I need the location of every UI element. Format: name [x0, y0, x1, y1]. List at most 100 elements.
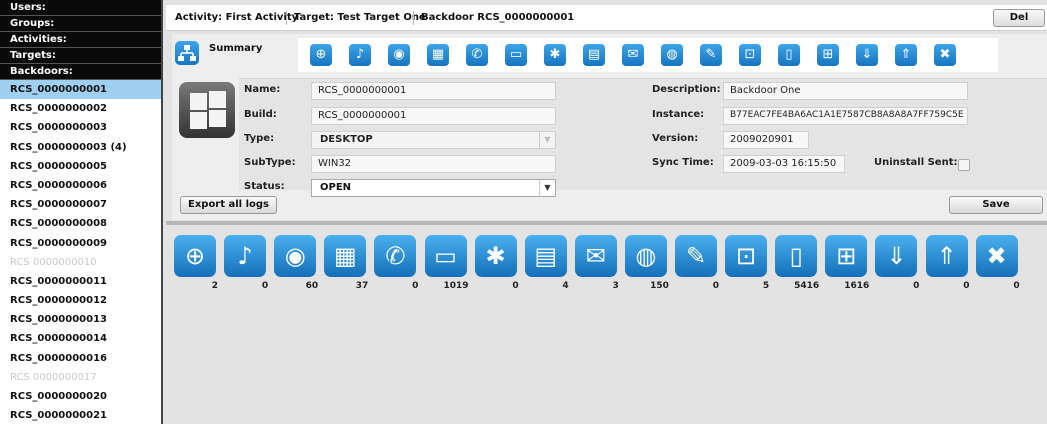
backdoor-list-item[interactable]: RCS_0000000003: [0, 118, 161, 137]
log-count: 4: [562, 281, 569, 291]
log-count: 0: [412, 281, 419, 291]
applications-icon[interactable]: ▦: [324, 235, 367, 277]
details-panel: Summary ⊕ ♪ ◉ ▦ ✆ ▭ ✱ ▤ ✉ ◍ ✎ ⊡ ▯ ⊞ ⇓ ⇑ ✖ Name: RCS_0000…: [172, 34, 1047, 220]
breadcrumb-separator: [286, 11, 287, 25]
mail-icon[interactable]: ✉: [622, 44, 644, 66]
log-count: 0: [712, 281, 719, 291]
log-count: 5: [762, 281, 770, 291]
log-count: 37: [355, 281, 369, 291]
backdoor-list-item[interactable]: RCS_0000000020: [0, 387, 161, 406]
log-type-toolbar: ⊕ ♪ ◉ ▦ ✆ ▭ ✱ ▤ ✉ ◍ ✎ ⊡ ▯ ⊞ ⇓ ⇑ ✖: [298, 38, 998, 72]
file-icon[interactable]: ▯: [775, 235, 818, 277]
url-icon[interactable]: ◍: [661, 44, 683, 66]
download-icon[interactable]: ⇓: [875, 235, 918, 277]
panel-divider: [166, 221, 1047, 225]
export-all-logs-button[interactable]: Export all logs: [180, 196, 277, 214]
name-field[interactable]: RCS_0000000001: [311, 82, 556, 100]
category-users[interactable]: Users:: [0, 0, 161, 16]
password-icon[interactable]: ⊡: [739, 44, 761, 66]
chat-icon[interactable]: ✆: [374, 235, 417, 277]
backdoor-list-item[interactable]: RCS_0000000005: [0, 157, 161, 176]
screenshot-icon[interactable]: ▭: [424, 235, 467, 277]
backdoor-list-item[interactable]: RCS_0000000021: [0, 406, 161, 424]
category-targets[interactable]: Targets:: [0, 48, 161, 64]
name-label: Name:: [244, 84, 281, 95]
type-select[interactable]: DESKTOP ▼: [311, 131, 556, 149]
hierarchy-icon: [178, 45, 196, 61]
category-groups[interactable]: Groups:: [0, 16, 161, 32]
clipboard-icon[interactable]: ✎: [675, 235, 717, 277]
delete-button[interactable]: Del: [993, 9, 1045, 27]
browser-icon[interactable]: ⊕: [310, 44, 332, 66]
breadcrumb-target[interactable]: Target: Test Target One: [294, 12, 426, 23]
mouse-icon[interactable]: ✱: [474, 235, 517, 277]
backdoor-list-item[interactable]: RCS_0000000016: [0, 349, 161, 368]
backdoor-list-item[interactable]: RCS_0000000001: [0, 80, 161, 100]
password-icon[interactable]: ⊡: [725, 235, 768, 277]
backdoor-list-item[interactable]: RCS_0000000003 (4): [0, 138, 161, 157]
backdoor-list-item[interactable]: RCS_0000000006: [0, 176, 161, 195]
clipboard-icon[interactable]: ✎: [700, 44, 722, 66]
description-field[interactable]: Backdoor One: [723, 82, 968, 100]
url-icon[interactable]: ◍: [624, 235, 667, 277]
upload-icon[interactable]: ⇑: [895, 44, 917, 66]
sync-time-field[interactable]: 2009-03-03 16:15:50: [723, 155, 845, 173]
tools-icon[interactable]: ✖: [934, 44, 956, 66]
print-icon[interactable]: ▤: [583, 44, 605, 66]
uninstall-sent-checkbox[interactable]: [958, 159, 970, 171]
summary-button[interactable]: [175, 41, 199, 65]
log-count: 150: [650, 281, 669, 291]
backdoor-list-item[interactable]: RCS_0000000012: [0, 291, 161, 310]
backdoor-list: RCS_0000000001 RCS_0000000002 RCS_00000000…: [0, 80, 161, 424]
log-count: 3: [612, 281, 619, 291]
file-icon[interactable]: ▯: [778, 44, 800, 66]
backdoor-list-item[interactable]: RCS_0000000014: [0, 329, 161, 348]
backdoor-list-item[interactable]: RCS_0000000007: [0, 195, 161, 214]
type-select-value: DESKTOP: [320, 134, 373, 145]
file-capture-icon[interactable]: ⊞: [817, 44, 839, 66]
category-backdoors[interactable]: Backdoors:: [0, 64, 161, 80]
backdoor-list-item[interactable]: RCS_0000000009: [0, 234, 161, 253]
status-select[interactable]: OPEN ▼: [311, 179, 556, 197]
applications-icon[interactable]: ▦: [427, 44, 449, 66]
log-count: 5416: [794, 281, 820, 291]
description-label: Description:: [652, 84, 721, 95]
backdoor-fields: Name: RCS_0000000001 Build: RCS_00000000…: [239, 78, 1047, 197]
breadcrumb-activity[interactable]: Activity: First Activity: [175, 12, 298, 23]
webcam-icon[interactable]: ◉: [388, 44, 410, 66]
backdoor-list-item[interactable]: RCS 0000000010: [0, 253, 161, 272]
version-field[interactable]: 2009020901: [723, 131, 809, 149]
summary-label: Summary: [209, 43, 263, 54]
backdoor-list-item[interactable]: RCS_0000000002: [0, 99, 161, 118]
chevron-down-icon: ▼: [539, 132, 555, 148]
log-count: 0: [913, 281, 920, 291]
microphone-icon[interactable]: ♪: [349, 44, 371, 66]
subtype-label: SubType:: [244, 157, 296, 168]
mail-icon[interactable]: ✉: [574, 235, 617, 277]
upload-icon[interactable]: ⇑: [925, 235, 968, 277]
backdoor-list-item[interactable]: RCS_0000000013: [0, 310, 161, 329]
chat-icon[interactable]: ✆: [466, 44, 488, 66]
category-activities[interactable]: Activities:: [0, 32, 161, 48]
backdoor-list-item[interactable]: RCS_0000000011: [0, 272, 161, 291]
file-capture-icon[interactable]: ⊞: [825, 235, 868, 277]
backdoor-list-item[interactable]: RCS 0000000017: [0, 368, 161, 387]
breadcrumb: Activity: First Activity Target: Test Ta…: [166, 5, 1047, 31]
tools-icon[interactable]: ✖: [975, 235, 1018, 277]
webcam-icon[interactable]: ◉: [274, 235, 317, 277]
log-count: 0: [261, 281, 269, 291]
microphone-icon[interactable]: ♪: [224, 235, 267, 277]
browser-icon[interactable]: ⊕: [174, 235, 216, 277]
subtype-field[interactable]: WIN32: [311, 155, 556, 173]
mouse-icon[interactable]: ✱: [544, 44, 566, 66]
print-icon[interactable]: ▤: [524, 235, 567, 277]
uninstall-sent-label: Uninstall Sent:: [874, 157, 958, 168]
windows-os-icon: [179, 82, 235, 138]
save-button[interactable]: Save: [949, 196, 1043, 214]
download-icon[interactable]: ⇓: [856, 44, 878, 66]
backdoor-list-item[interactable]: RCS_0000000008: [0, 214, 161, 233]
instance-field[interactable]: B77EAC7FE4BA6AC1A1E7587CB8A8A8A7FF759C5E: [723, 107, 968, 125]
log-count: 0: [512, 281, 519, 291]
screenshot-icon[interactable]: ▭: [505, 44, 527, 66]
build-field[interactable]: RCS_0000000001: [311, 107, 556, 125]
